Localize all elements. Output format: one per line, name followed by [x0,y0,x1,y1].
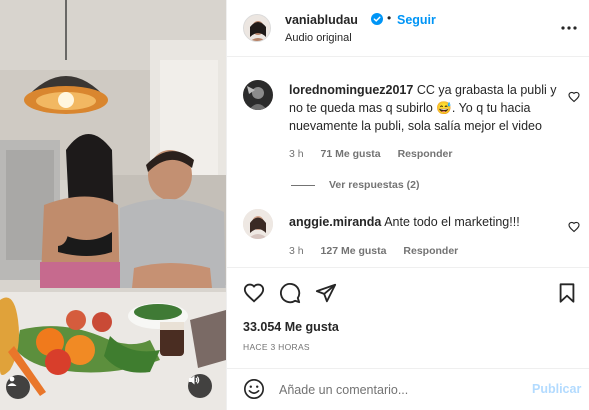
user-tag-icon [7,376,17,386]
speaker-icon [189,375,200,385]
comment-reply-button[interactable]: Responder [403,245,458,257]
verified-badge-icon [371,13,383,25]
commenter-avatar[interactable] [243,209,273,239]
comment-time: 3 h [289,148,304,160]
likes-count[interactable]: 33.054 Me gusta [243,320,339,334]
replies-line [291,184,315,186]
comment-like-icon[interactable] [568,221,580,233]
comment-likes[interactable]: 127 Me gusta [321,245,387,257]
comment-icon[interactable] [279,282,301,304]
comment-time: 3 h [289,245,304,257]
audio-link[interactable]: Audio original [285,32,352,44]
view-replies-label: Ver respuestas (2) [329,179,420,191]
author-avatar[interactable] [243,14,271,42]
comment-text: Ante todo el marketing!!! [384,215,520,229]
comment-username[interactable]: lorednominguez2017 [289,83,413,97]
post-media-video[interactable] [0,0,226,410]
publish-button[interactable]: Publicar [532,382,581,396]
comment-meta: 3 h 127 Me gusta Responder [289,245,472,257]
post-header: vaniabludau • Seguir Audio original [227,0,589,57]
view-replies-button[interactable]: Ver respuestas (2) [291,178,419,192]
user-tag-button[interactable] [6,375,30,399]
comments-list: lorednominguez2017 CC ya grabasta la pub… [227,57,589,267]
comment-username[interactable]: anggie.miranda [289,215,381,229]
comment-text-block: anggie.miranda Ante todo el marketing!!! [289,213,557,231]
share-icon[interactable] [315,282,337,304]
heart-icon[interactable] [243,282,265,304]
emoji-icon[interactable] [243,378,265,400]
post-time: HACE 3 HORAS [243,342,310,352]
video-frame [0,0,226,410]
follow-button[interactable]: Seguir [397,13,436,27]
commenter-avatar[interactable] [243,80,273,110]
post-actions-section: 33.054 Me gusta HACE 3 HORAS Publicar [227,267,589,410]
post-details-panel: vaniabludau • Seguir Audio original lore… [226,0,589,410]
comment-like-icon[interactable] [568,91,580,103]
header-separator: • [387,11,392,25]
add-comment-bar: Publicar [227,368,589,410]
comment-text-block: lorednominguez2017 CC ya grabasta la pub… [289,81,557,135]
comment-meta: 3 h 71 Me gusta Responder [289,148,466,160]
comment-likes[interactable]: 71 Me gusta [321,148,381,160]
comment-reply-button[interactable]: Responder [398,148,453,160]
comment-input[interactable] [279,379,519,401]
audio-toggle-button[interactable] [188,374,212,398]
more-horizontal-icon[interactable] [559,18,579,38]
author-username[interactable]: vaniabludau [285,13,358,27]
bookmark-icon[interactable] [556,282,578,304]
